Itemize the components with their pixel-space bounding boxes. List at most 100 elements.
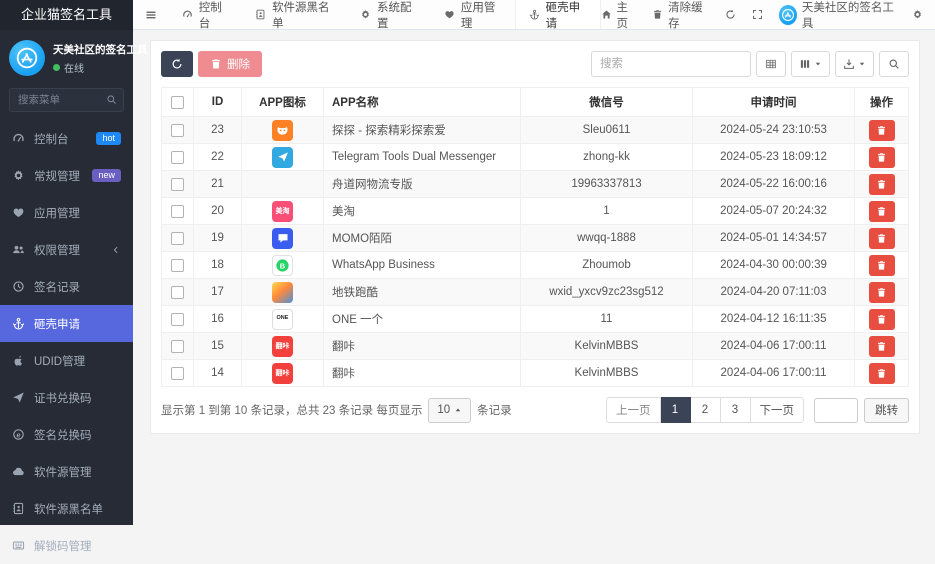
delete-row-button[interactable] (869, 255, 895, 276)
appstore-icon (781, 8, 795, 22)
trash-icon (876, 260, 887, 271)
columns-button[interactable] (791, 51, 830, 77)
row-checkbox[interactable] (171, 124, 184, 137)
clear-cache-link[interactable]: 清除缓存 (652, 0, 709, 31)
cell-app-icon: ONE (242, 306, 324, 333)
sidebar-toggle-button[interactable] (133, 0, 169, 29)
cell-time: 2024-05-23 18:09:12 (693, 144, 855, 171)
record-summary-suffix: 条记录 (477, 402, 512, 418)
sidebar-item-console[interactable]: 控制台hot (0, 120, 133, 157)
sidebar-item-label: 砸壳申请 (34, 316, 80, 332)
pagination: 上一页 1 2 3 下一页 跳转 (606, 397, 909, 423)
whatsapp-business-app-icon: B (272, 255, 293, 276)
delete-row-button[interactable] (869, 147, 895, 168)
next-page-button[interactable]: 下一页 (751, 397, 805, 423)
avatar (9, 40, 45, 76)
gear-icon (360, 9, 371, 20)
page-button-3[interactable]: 3 (721, 397, 751, 423)
sidebar-item-blacklist[interactable]: 软件源黑名单 (0, 490, 133, 527)
avatar (779, 5, 797, 25)
gauge-icon (182, 9, 193, 20)
toggle-view-button[interactable] (756, 51, 786, 77)
tab-label: 软件源黑名单 (272, 0, 334, 31)
user-menu[interactable]: 天美社区的签名工具 (779, 0, 896, 31)
row-checkbox[interactable] (171, 367, 184, 380)
sidebar-item-signcode[interactable]: 签名兑换码 (0, 416, 133, 453)
row-checkbox[interactable] (171, 205, 184, 218)
new-badge: new (92, 169, 121, 182)
trash-icon (876, 152, 887, 163)
tab-console[interactable]: 控制台 (169, 0, 242, 29)
cell-time: 2024-05-01 14:34:57 (693, 225, 855, 252)
delete-row-button[interactable] (869, 120, 895, 141)
page-button-1[interactable]: 1 (661, 397, 691, 423)
sidebar-item-cert[interactable]: 证书兑换码 (0, 379, 133, 416)
table-footer: 显示第 1 到第 10 条记录，总共 23 条记录 每页显示 10 条记录 上一… (161, 397, 909, 423)
delete-row-button[interactable] (869, 336, 895, 357)
delete-row-button[interactable] (869, 201, 895, 222)
row-checkbox[interactable] (171, 151, 184, 164)
sidebar-item-udid[interactable]: UDID管理 (0, 342, 133, 379)
card-icon (12, 539, 25, 552)
trash-icon (876, 125, 887, 136)
fullscreen-button[interactable] (752, 9, 763, 20)
tab-label: 砸壳申请 (546, 0, 587, 31)
send-icon (12, 391, 25, 404)
sidebar-item-dump[interactable]: 砸壳申请 (0, 305, 133, 342)
sidebar-item-label: UDID管理 (34, 353, 85, 369)
tab-sysconf[interactable]: 系统配置 (347, 0, 431, 29)
search-icon (888, 58, 900, 70)
sidebar: 企业猫签名工具 天美社区的签名工具 在线 控制台hot常规管理new应用管理权限… (0, 0, 133, 525)
settings-button[interactable] (912, 9, 923, 20)
topbar-right: 主页 清除缓存 天美社区的签名工具 (601, 0, 935, 31)
sidebar-item-label: 证书兑换码 (34, 390, 92, 406)
sidebar-item-label: 软件源管理 (34, 464, 92, 480)
delete-row-button[interactable] (869, 174, 895, 195)
search-button[interactable] (879, 51, 909, 77)
cell-time: 2024-04-06 17:00:11 (693, 333, 855, 360)
home-link[interactable]: 主页 (601, 0, 637, 31)
tab-blacklist[interactable]: 软件源黑名单 (242, 0, 347, 29)
cell-id: 18 (194, 252, 242, 279)
trash-icon (876, 368, 887, 379)
row-checkbox[interactable] (171, 259, 184, 272)
users-icon (12, 243, 25, 256)
sidebar-item-perm[interactable]: 权限管理 (0, 231, 133, 268)
hot-badge: hot (96, 132, 121, 145)
row-checkbox[interactable] (171, 340, 184, 353)
tab-app[interactable]: 应用管理 (431, 0, 515, 29)
cell-time: 2024-04-06 17:00:11 (693, 360, 855, 387)
delete-row-button[interactable] (869, 309, 895, 330)
sidebar-item-unlock[interactable]: 解锁码管理 (0, 527, 133, 564)
trash-icon (876, 314, 887, 325)
refresh-table-button[interactable] (161, 51, 193, 77)
sidebar-item-record[interactable]: 签名记录 (0, 268, 133, 305)
table-toolbar: 删除 (161, 51, 909, 77)
export-button[interactable] (835, 51, 874, 77)
table-search-input[interactable] (591, 51, 751, 77)
cell-app-icon: B (242, 252, 324, 279)
delete-row-button[interactable] (869, 282, 895, 303)
row-checkbox[interactable] (171, 178, 184, 191)
cell-time: 2024-04-12 16:11:35 (693, 306, 855, 333)
cell-wechat: zhong-kk (521, 144, 693, 171)
jump-page-input[interactable] (814, 398, 858, 423)
page-button-2[interactable]: 2 (691, 397, 721, 423)
row-checkbox[interactable] (171, 232, 184, 245)
jump-button[interactable]: 跳转 (864, 398, 909, 423)
sidebar-item-app[interactable]: 应用管理 (0, 194, 133, 231)
delete-selected-button[interactable]: 删除 (198, 51, 262, 77)
row-checkbox[interactable] (171, 313, 184, 326)
page-size-select[interactable]: 10 (428, 398, 471, 423)
delete-row-button[interactable] (869, 228, 895, 249)
sidebar-item-source[interactable]: 软件源管理 (0, 453, 133, 490)
delete-row-button[interactable] (869, 363, 895, 384)
row-checkbox[interactable] (171, 286, 184, 299)
prev-page-button[interactable]: 上一页 (606, 397, 661, 423)
refresh-button[interactable] (725, 9, 736, 20)
sidebar-item-general[interactable]: 常规管理new (0, 157, 133, 194)
cell-app-icon: 翻咔 (242, 360, 324, 387)
select-all-checkbox[interactable] (171, 96, 184, 109)
table-row: 23探探 - 探索精彩探索爱Sleu06112024-05-24 23:10:5… (162, 117, 909, 144)
tab-dump[interactable]: 砸壳申请 (515, 0, 601, 29)
